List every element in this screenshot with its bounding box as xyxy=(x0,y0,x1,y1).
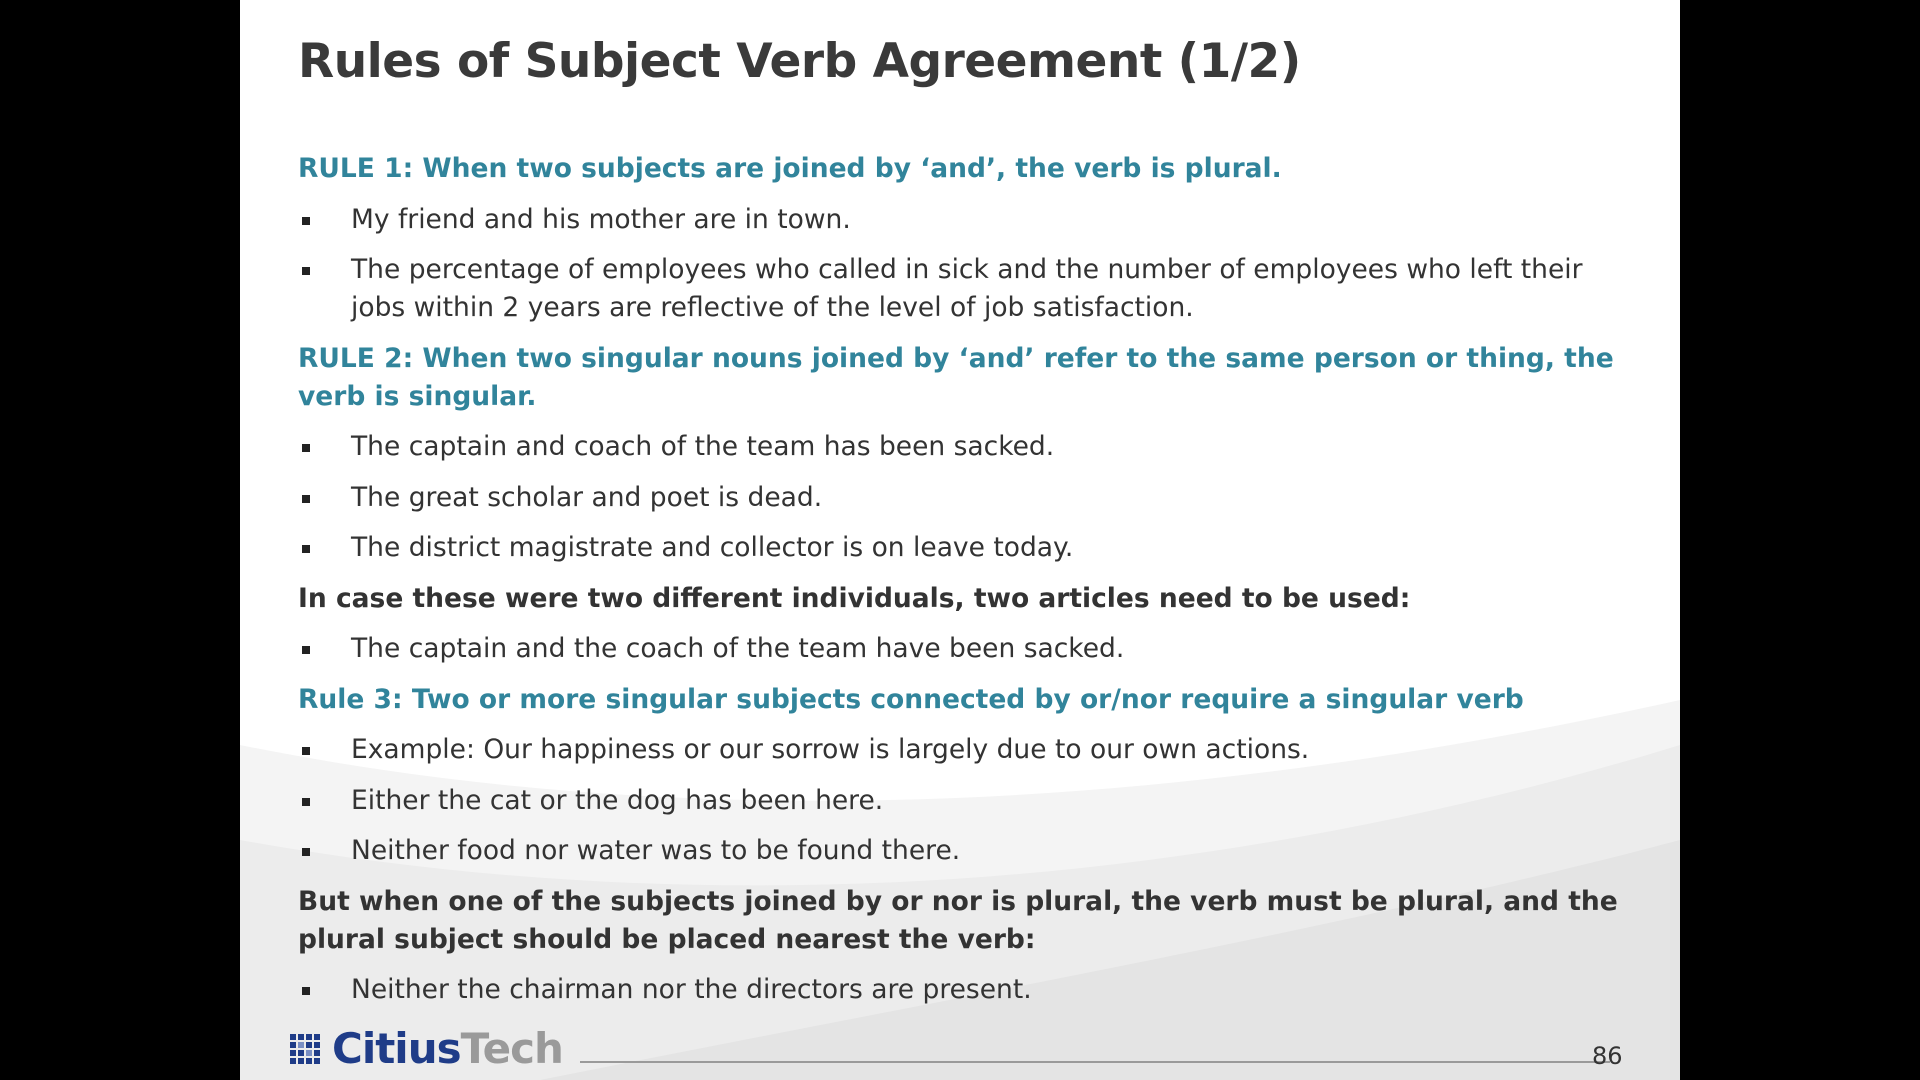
bullet-text: My friend and his mother are in town. xyxy=(351,203,851,235)
square-bullet-icon xyxy=(302,797,310,806)
bullet-text: Either the cat or the dog has been here. xyxy=(351,784,884,816)
citiustech-logo: CitiusTech xyxy=(290,1028,564,1070)
bullet-item: The district magistrate and collector is… xyxy=(298,529,1628,567)
square-bullet-icon xyxy=(302,444,310,452)
bullet-text: Example: Our happiness or our sorrow is … xyxy=(351,734,1310,765)
rule-heading: RULE 1: When two subjects are joined by … xyxy=(298,153,1282,184)
square-bullet-icon xyxy=(302,848,310,856)
bullet-text: The captain and coach of the team has be… xyxy=(351,431,1055,462)
rule-heading: RULE 2: When two singular nouns joined b… xyxy=(298,342,1614,412)
square-bullet-icon xyxy=(302,216,310,225)
bullet-text: The district magistrate and collector is… xyxy=(351,532,1074,563)
bullet-item: Neither food nor water was to be found t… xyxy=(298,832,1628,870)
square-bullet-icon xyxy=(302,747,310,755)
bullet-item: The captain and coach of the team has be… xyxy=(298,428,1628,466)
bullet-text: The captain and the coach of the team ha… xyxy=(351,633,1125,664)
bullet-text: Neither food nor water was to be found t… xyxy=(351,835,961,866)
logo-grid-icon xyxy=(290,1034,320,1064)
rule-heading: Rule 3: Two or more singular subjects co… xyxy=(298,683,1524,715)
bullet-text: Neither the chairman nor the directors a… xyxy=(351,974,1032,1005)
square-bullet-icon xyxy=(302,267,310,275)
bullet-text: The great scholar and poet is dead. xyxy=(351,481,823,513)
logo-text-tech: Tech xyxy=(460,1024,564,1073)
slide: Rules of Subject Verb Agreement (1/2) RU… xyxy=(240,0,1680,1080)
page-number: 86 xyxy=(1592,1042,1623,1070)
bullet-item: The great scholar and poet is dead. xyxy=(298,479,1628,517)
slide-title: Rules of Subject Verb Agreement (1/2) xyxy=(298,34,1301,89)
logo-text-citius: Citius xyxy=(332,1024,462,1073)
bullet-item: The captain and the coach of the team ha… xyxy=(298,630,1628,668)
bullet-item: Example: Our happiness or our sorrow is … xyxy=(298,731,1628,769)
bullet-item: My friend and his mother are in town. xyxy=(298,201,1628,239)
footer-divider xyxy=(580,1061,1610,1063)
bullet-text: The percentage of employees who called i… xyxy=(351,254,1583,323)
bullet-item: Neither the chairman nor the directors a… xyxy=(298,971,1628,1009)
logo-text: CitiusTech xyxy=(332,1028,564,1070)
bullet-item: Either the cat or the dog has been here. xyxy=(298,782,1628,820)
square-bullet-icon xyxy=(302,494,310,503)
square-bullet-icon xyxy=(302,545,310,553)
square-bullet-icon xyxy=(302,987,310,995)
bullet-item: The percentage of employees who called i… xyxy=(298,251,1628,327)
square-bullet-icon xyxy=(302,646,310,654)
slide-content: RULE 1: When two subjects are joined by … xyxy=(298,150,1628,1022)
note-text: But when one of the subjects joined by o… xyxy=(298,885,1618,955)
note-text: In case these were two different individ… xyxy=(298,582,1411,614)
